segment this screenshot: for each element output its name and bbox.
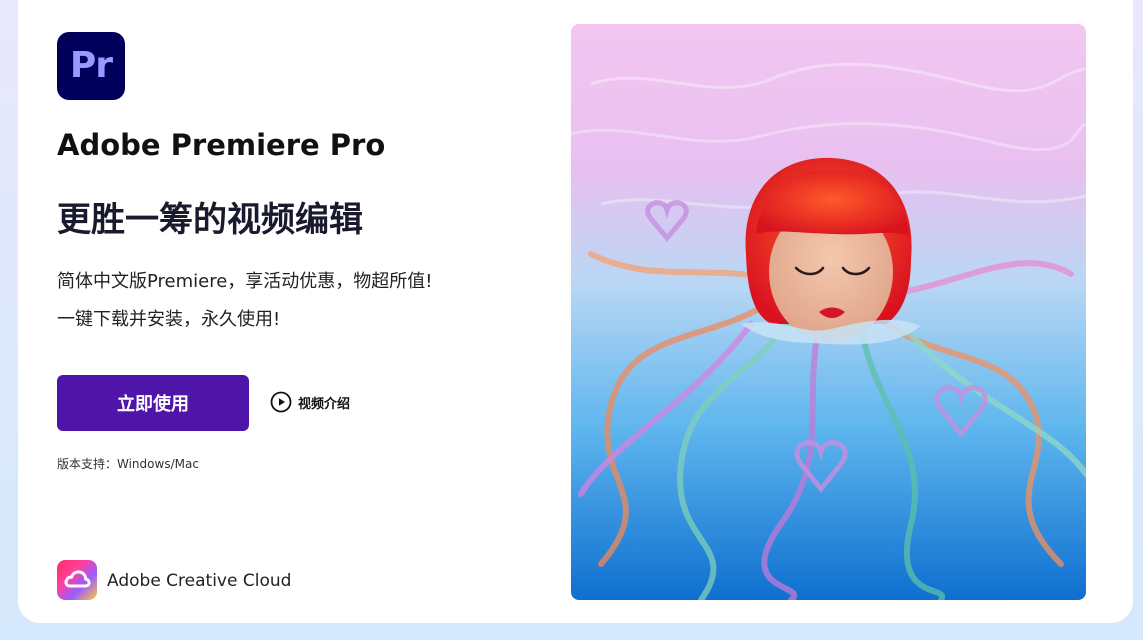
description-line-1: 简体中文版Premiere，享活动优惠，物超所值!	[57, 271, 433, 292]
video-intro-link[interactable]: 视频介绍	[270, 390, 350, 414]
premiere-pro-logo: Pr	[57, 32, 125, 100]
creative-cloud-label: Adobe Creative Cloud	[107, 571, 292, 591]
headline: 更胜一筹的视频编辑	[57, 200, 363, 240]
description-line-2: 一键下载并安装，永久使用!	[57, 309, 281, 330]
play-circle-icon	[270, 391, 292, 413]
use-now-button[interactable]: 立即使用	[57, 375, 249, 431]
product-name: Adobe Premiere Pro	[57, 128, 386, 162]
hero-image	[571, 24, 1086, 600]
video-intro-label: 视频介绍	[298, 396, 351, 412]
creative-cloud-logo	[57, 560, 97, 600]
premiere-pro-logo-text: Pr	[69, 44, 113, 86]
version-support: 版本支持：Windows/Mac	[57, 457, 199, 471]
